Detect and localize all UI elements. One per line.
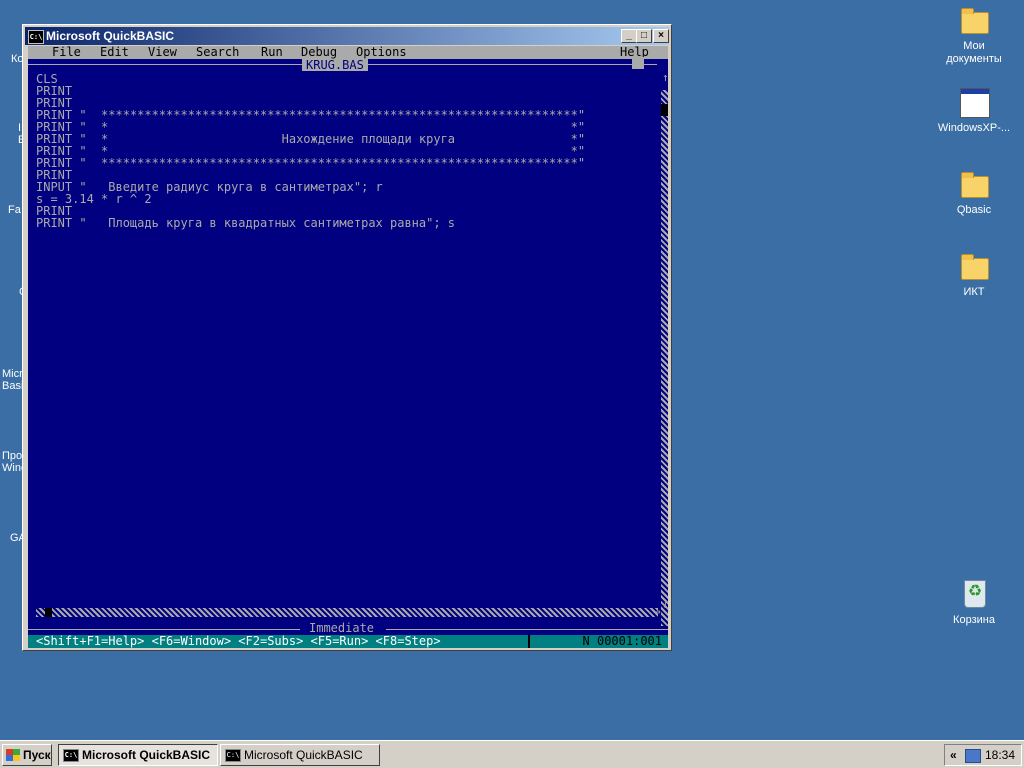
- taskbar-button-quickbasic[interactable]: C:\ Microsoft QuickBASIC: [220, 744, 380, 766]
- taskbar-button-quickbasic-active[interactable]: C:\ Microsoft QuickBASIC: [58, 744, 218, 766]
- desktop-icon-my-documents[interactable]: Мои документы: [934, 4, 1014, 66]
- start-label: Пуск: [23, 748, 51, 762]
- menu-file[interactable]: File: [52, 46, 81, 59]
- desktop-icon-label: ИКТ: [963, 286, 985, 298]
- folder-icon: [961, 8, 989, 34]
- vertical-scroll-thumb[interactable]: [661, 104, 668, 116]
- desktop-icon-label: Qbasic: [956, 204, 992, 216]
- cursor-position: N 00001:001: [528, 635, 668, 648]
- console-app-icon[interactable]: C:\: [28, 30, 44, 44]
- desktop-icon-label: Мои документы: [946, 40, 1002, 65]
- network-icon[interactable]: [965, 749, 981, 763]
- folder-icon: [961, 172, 989, 198]
- menu-view[interactable]: View: [148, 46, 177, 59]
- maximize-button[interactable]: □: [636, 29, 652, 43]
- code-line: PRINT " Площадь круга в квадратных санти…: [36, 216, 456, 230]
- immediate-divider: [28, 629, 300, 630]
- desktop-icon-label: WindowsXP-...: [937, 122, 1011, 134]
- taskbar-button-label: Microsoft QuickBASIC: [244, 748, 363, 762]
- horizontal-scrollbar[interactable]: [36, 608, 658, 617]
- tray-expand-icon[interactable]: «: [950, 745, 957, 765]
- folder-icon: [961, 254, 989, 280]
- taskbar-button-label: Microsoft QuickBASIC: [82, 748, 211, 762]
- window-titlebar[interactable]: C:\ Microsoft QuickBASIC _ □ ×: [25, 27, 669, 45]
- qb-console: File Edit View Search Run Debug Options …: [28, 46, 669, 648]
- windows-logo-icon: [6, 749, 20, 761]
- console-app-icon: C:\: [63, 749, 79, 762]
- qb-statusbar: <Shift+F1=Help> <F6=Window> <F2=Subs> <F…: [28, 635, 668, 648]
- quickbasic-window: C:\ Microsoft QuickBASIC _ □ × File Edit…: [22, 24, 672, 651]
- menu-edit[interactable]: Edit: [100, 46, 129, 59]
- minimize-button[interactable]: _: [621, 29, 637, 43]
- desktop-icon-recycle-bin[interactable]: ♻ Корзина: [934, 578, 1014, 627]
- desktop-icon-ikt[interactable]: ИКТ: [934, 250, 1014, 299]
- taskbar: Пуск C:\ Microsoft QuickBASIC C:\ Micros…: [0, 740, 1024, 768]
- desktop-icon-qbasic[interactable]: Qbasic: [934, 168, 1014, 217]
- console-app-icon: C:\: [225, 749, 241, 762]
- vertical-scrollbar[interactable]: [661, 90, 668, 626]
- desktop-icon-windowsxp[interactable]: WindowsXP-...: [934, 86, 1014, 135]
- desktop-icon-label-fragment: Fa: [8, 204, 21, 216]
- scroll-up-icon[interactable]: ↑: [662, 72, 669, 84]
- window-app-icon: [960, 88, 990, 118]
- menu-search[interactable]: Search: [196, 46, 239, 59]
- scroll-right-icon[interactable]: →: [654, 606, 661, 618]
- system-tray: « 18:34: [944, 744, 1022, 766]
- start-button[interactable]: Пуск: [2, 744, 52, 766]
- horizontal-scroll-thumb[interactable]: [45, 608, 52, 617]
- scroll-down-icon[interactable]: ↓: [662, 599, 669, 611]
- status-hints: <Shift+F1=Help> <F6=Window> <F2=Subs> <F…: [36, 634, 441, 648]
- recycle-bin-icon: ♻: [964, 580, 986, 608]
- clock[interactable]: 18:34: [985, 745, 1015, 765]
- immediate-divider: [386, 629, 668, 630]
- code-line: PRINT " ********************************…: [36, 156, 586, 170]
- document-title: KRUG.BAS: [302, 59, 368, 71]
- desktop-icon-label: Корзина: [953, 614, 995, 626]
- window-title: Microsoft QuickBASIC: [46, 29, 175, 43]
- close-button[interactable]: ×: [653, 29, 669, 43]
- menu-run[interactable]: Run: [261, 46, 283, 59]
- desktop-icon-label-fragment: Basi: [2, 380, 24, 392]
- editor-maximize-icon[interactable]: [632, 57, 644, 69]
